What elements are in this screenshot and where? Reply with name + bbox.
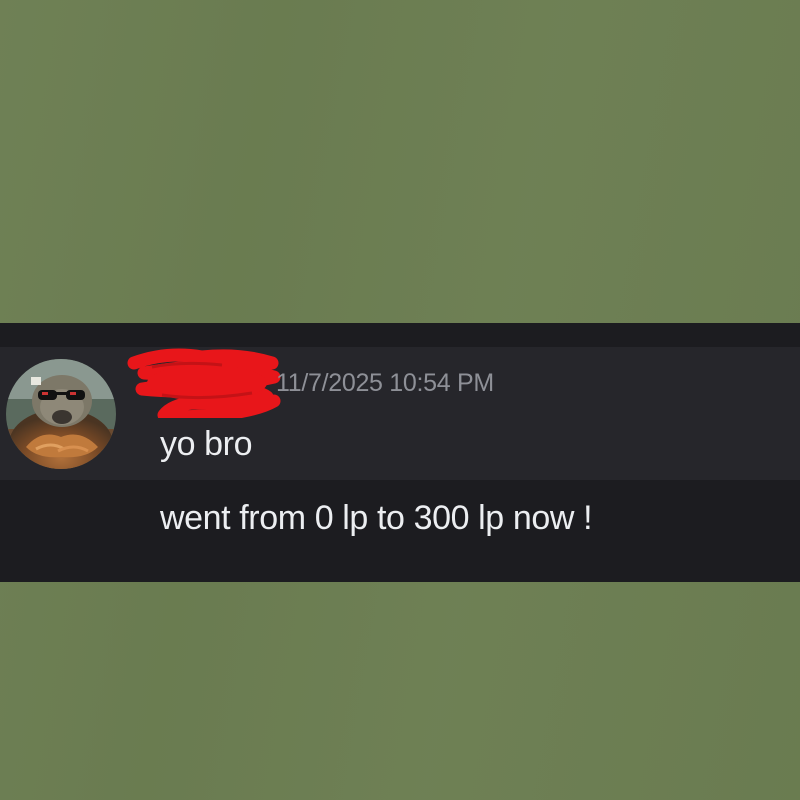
message-text-line: went from 0 lp to 300 lp now !	[160, 499, 593, 537]
message-text-line: yo bro	[160, 425, 253, 463]
chat-message-panel: 11/7/2025 10:54 PM yo bro went from 0 lp…	[0, 323, 800, 582]
otter-avatar-icon	[6, 359, 116, 469]
user-avatar[interactable]	[6, 359, 116, 469]
message-timestamp: 11/7/2025 10:54 PM	[276, 369, 494, 397]
username-redaction-scribble	[122, 343, 282, 424]
message-row-highlight	[0, 347, 800, 480]
